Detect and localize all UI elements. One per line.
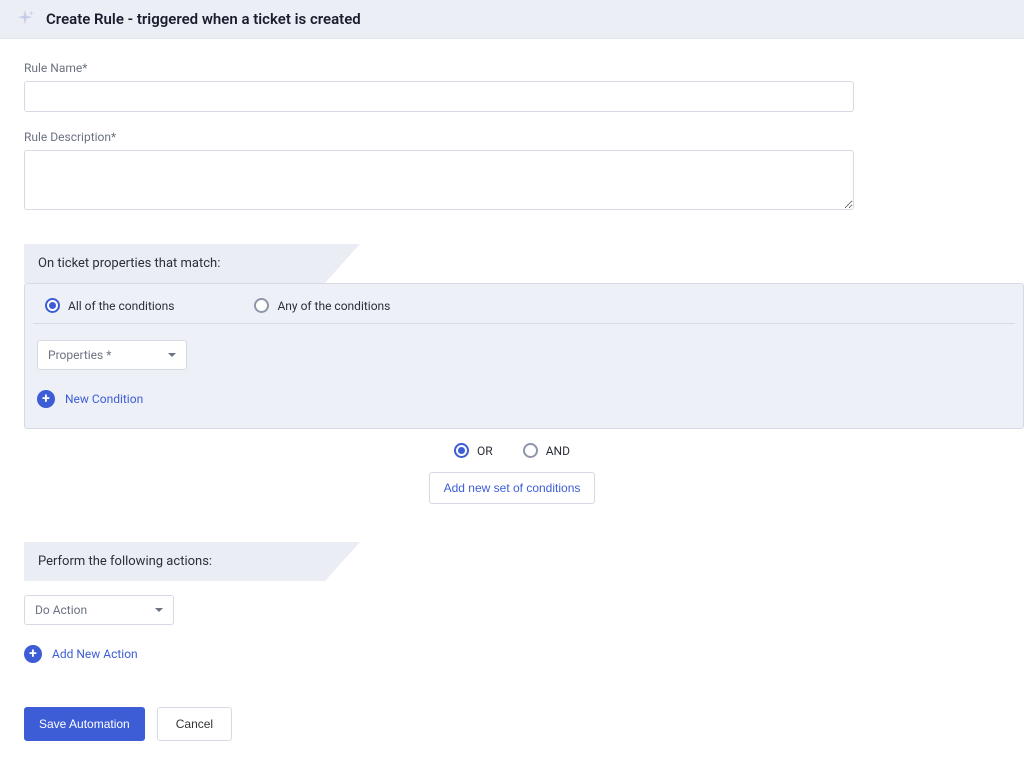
caret-down-icon (168, 353, 176, 357)
conditions-body: Properties * + New Condition (25, 324, 1023, 428)
rule-name-label: Rule Name* (24, 61, 1000, 75)
rule-description-field: Rule Description* (24, 130, 1000, 214)
match-all-option[interactable]: All of the conditions (45, 298, 174, 313)
new-condition-label: New Condition (65, 392, 143, 406)
actions-section-header: Perform the following actions: (24, 542, 324, 581)
add-action-label: Add New Action (52, 647, 138, 661)
logic-or-option[interactable]: OR (454, 443, 493, 458)
add-set-wrap: Add new set of conditions (24, 466, 1000, 512)
new-condition-button[interactable]: + New Condition (37, 384, 1011, 414)
actions-body: Do Action + Add New Action (24, 595, 1000, 669)
match-any-option[interactable]: Any of the conditions (254, 298, 390, 313)
plus-icon: + (37, 390, 55, 408)
match-all-label: All of the conditions (68, 299, 174, 313)
rule-name-field: Rule Name* (24, 61, 1000, 112)
radio-unselected-icon (523, 443, 538, 458)
add-condition-set-button[interactable]: Add new set of conditions (429, 472, 596, 504)
radio-unselected-icon (254, 298, 269, 313)
page-header: Create Rule - triggered when a ticket is… (0, 0, 1024, 39)
sparkle-icon (14, 8, 36, 30)
plus-icon: + (24, 645, 42, 663)
main-content: Rule Name* Rule Description* On ticket p… (0, 39, 1024, 771)
page-title: Create Rule - triggered when a ticket is… (46, 10, 361, 28)
rule-description-input[interactable] (24, 150, 854, 210)
save-button[interactable]: Save Automation (24, 707, 145, 741)
match-mode-row: All of the conditions Any of the conditi… (33, 284, 1015, 324)
conditions-section-header: On ticket properties that match: (24, 244, 324, 283)
conditions-card: All of the conditions Any of the conditi… (24, 283, 1024, 429)
radio-selected-icon (454, 443, 469, 458)
do-action-dropdown[interactable]: Do Action (24, 595, 174, 625)
properties-dropdown[interactable]: Properties * (37, 340, 187, 370)
cancel-button[interactable]: Cancel (157, 707, 232, 741)
properties-dropdown-label: Properties * (48, 348, 111, 362)
logic-and-option[interactable]: AND (523, 443, 570, 458)
do-action-dropdown-label: Do Action (35, 603, 87, 617)
radio-selected-icon (45, 298, 60, 313)
caret-down-icon (155, 608, 163, 612)
rule-description-label: Rule Description* (24, 130, 1000, 144)
match-any-label: Any of the conditions (277, 299, 390, 313)
add-action-button[interactable]: + Add New Action (24, 639, 1000, 669)
logic-operator-row: OR AND (24, 429, 1000, 466)
logic-and-label: AND (546, 444, 570, 458)
footer-actions: Save Automation Cancel (24, 707, 1000, 741)
rule-name-input[interactable] (24, 81, 854, 112)
logic-or-label: OR (477, 444, 493, 458)
